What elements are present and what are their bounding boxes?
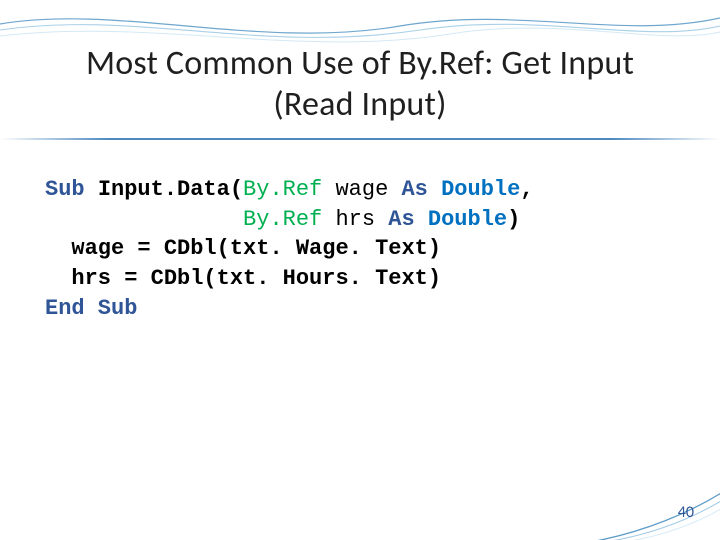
- page-number: 40: [678, 503, 694, 522]
- title-line-2: (Read Input): [273, 84, 446, 125]
- fn-cdbl-2: CDbl(: [151, 266, 217, 291]
- title-underline: [0, 138, 720, 140]
- comma-1: ,: [520, 177, 533, 202]
- title-line-1: Most Common Use of By.Ref: Get Input: [86, 43, 634, 84]
- assign-wage: wage =: [71, 236, 163, 261]
- kw-byref-2: By.Ref: [243, 207, 335, 232]
- var-wage: wage: [335, 177, 401, 202]
- assign-hrs: hrs =: [71, 266, 150, 291]
- kw-as-2: As: [388, 207, 428, 232]
- kw-byref-1: By.Ref: [243, 177, 335, 202]
- var-hrs: hrs: [335, 207, 388, 232]
- fn-cdbl-1: CDbl(: [164, 236, 230, 261]
- arg-2: txt. Hours. Text): [217, 266, 441, 291]
- kw-sub: Sub: [45, 177, 98, 202]
- corner-arc-decoration: [566, 486, 720, 540]
- code-block: Sub Input.Data(By.Ref wage As Double, By…: [45, 175, 675, 323]
- pad-3: [45, 236, 71, 261]
- proc-name: Input.Data(: [98, 177, 243, 202]
- paren-close: ): [507, 207, 520, 232]
- pad-2: [45, 207, 243, 232]
- arg-1: txt. Wage. Text): [230, 236, 441, 261]
- kw-as-1: As: [401, 177, 441, 202]
- pad-4: [45, 266, 71, 291]
- type-double-1: Double: [441, 177, 520, 202]
- type-double-2: Double: [428, 207, 507, 232]
- kw-end-sub: End Sub: [45, 296, 137, 321]
- slide: Most Common Use of By.Ref: Get Input (Re…: [0, 0, 720, 540]
- slide-title: Most Common Use of By.Ref: Get Input (Re…: [30, 44, 690, 126]
